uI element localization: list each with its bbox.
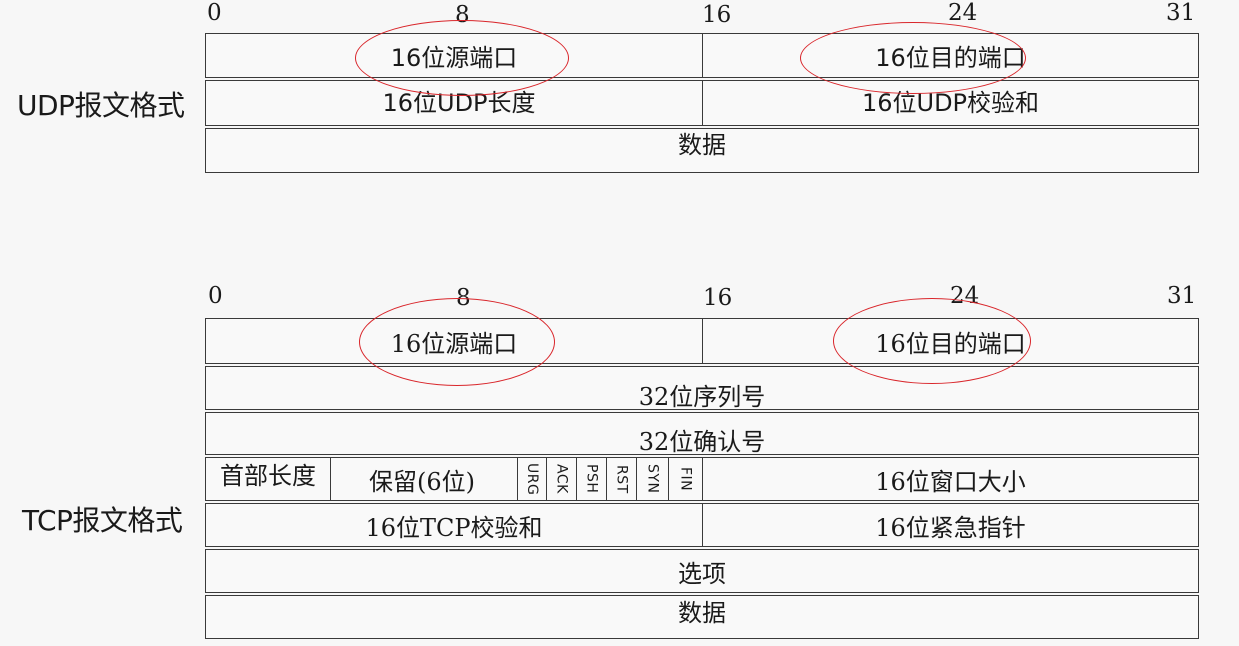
tcp-data-cell: 数据 bbox=[205, 595, 1199, 639]
bit-label-0: 0 bbox=[208, 283, 223, 309]
tcp-window-size-cell: 16位窗口大小 bbox=[703, 457, 1199, 501]
tcp-options-cell: 选项 bbox=[205, 549, 1199, 593]
bit-label-8: 8 bbox=[456, 285, 471, 311]
tcp-dst-port-label: 16位目的端口 bbox=[875, 330, 1026, 358]
tcp-src-port-cell: 16位源端口 bbox=[205, 318, 703, 364]
bit-label-8: 8 bbox=[455, 2, 470, 28]
udp-row-length-checksum: 16位UDP长度 16位UDP校验和 bbox=[205, 80, 1199, 126]
tcp-flag-rst-label: RST bbox=[613, 464, 630, 494]
tcp-dst-port-cell: 16位目的端口 bbox=[703, 318, 1199, 364]
udp-checksum-label: 16位UDP校验和 bbox=[861, 89, 1040, 117]
tcp-row-data: 数据 bbox=[205, 595, 1199, 639]
udp-dst-port-label: 16位目的端口 bbox=[875, 43, 1026, 72]
tcp-seq-cell: 32位序列号 bbox=[205, 366, 1199, 410]
bit-label-16: 16 bbox=[702, 2, 732, 28]
tcp-flag-syn-label: SYN bbox=[644, 464, 661, 494]
tcp-ack-number-label: 32位确认号 bbox=[638, 427, 766, 456]
tcp-header-length-label: 首部长度 bbox=[220, 462, 316, 490]
tcp-header-length-cell: 首部长度 bbox=[205, 457, 331, 501]
tcp-ack-number-cell: 32位确认号 bbox=[205, 412, 1199, 455]
tcp-flag-ack-cell: ACK bbox=[547, 457, 577, 501]
tcp-seq-label: 32位序列号 bbox=[638, 383, 766, 411]
tcp-flag-fin-label: FIN bbox=[677, 466, 694, 492]
tcp-flag-urg-label: URG bbox=[524, 462, 540, 496]
udp-row-ports: 16位源端口 16位目的端口 bbox=[205, 33, 1199, 78]
bit-label-0: 0 bbox=[207, 0, 222, 26]
tcp-flag-rst-cell: RST bbox=[607, 457, 637, 501]
tcp-row-options: 选项 bbox=[205, 549, 1199, 593]
tcp-checksum-cell: 16位TCP校验和 bbox=[205, 503, 703, 547]
tcp-flag-syn-cell: SYN bbox=[637, 457, 669, 501]
tcp-flag-urg-cell: URG bbox=[518, 457, 547, 501]
tcp-row-checksum-urgent: 16位TCP校验和 16位紧急指针 bbox=[205, 503, 1199, 547]
udp-length-cell: 16位UDP长度 bbox=[205, 80, 703, 126]
udp-data-label: 数据 bbox=[678, 130, 726, 159]
tcp-reserved-cell: 保留(6位) bbox=[331, 457, 518, 501]
bit-label-16: 16 bbox=[703, 285, 733, 311]
tcp-src-port-label: 16位源端口 bbox=[390, 330, 518, 358]
bit-label-31: 31 bbox=[1166, 0, 1196, 26]
tcp-flag-fin-cell: FIN bbox=[669, 457, 703, 501]
tcp-diagram: 0 8 16 24 31 TCP报文格式 16位源端口 16位目的端口 32位序… bbox=[0, 280, 1239, 646]
udp-src-port-cell: 16位源端口 bbox=[205, 33, 703, 78]
tcp-data-label: 数据 bbox=[678, 599, 726, 627]
udp-diagram: 0 8 16 24 31 UDP报文格式 16位源端口 16位目的端口 16位U… bbox=[0, 0, 1239, 190]
udp-checksum-cell: 16位UDP校验和 bbox=[703, 80, 1199, 126]
udp-dst-port-cell: 16位目的端口 bbox=[703, 33, 1199, 78]
udp-length-label: 16位UDP长度 bbox=[382, 89, 536, 117]
tcp-flag-ack-label: ACK bbox=[553, 464, 570, 494]
tcp-row-ports: 16位源端口 16位目的端口 bbox=[205, 318, 1199, 364]
tcp-reserved-label: 保留(6位) bbox=[369, 468, 475, 496]
udp-row-data: 数据 bbox=[205, 128, 1199, 173]
tcp-row-control: 首部长度 保留(6位) URG ACK PSH RST SYN FIN 16位窗… bbox=[205, 457, 1199, 501]
tcp-window-size-label: 16位窗口大小 bbox=[875, 468, 1026, 496]
udp-title: UDP报文格式 bbox=[17, 89, 185, 122]
bit-label-24: 24 bbox=[948, 0, 978, 26]
udp-src-port-label: 16位源端口 bbox=[390, 43, 518, 72]
bit-label-31: 31 bbox=[1167, 283, 1197, 309]
tcp-checksum-label: 16位TCP校验和 bbox=[365, 514, 543, 542]
tcp-options-label: 选项 bbox=[678, 560, 726, 588]
udp-data-cell: 数据 bbox=[205, 128, 1199, 173]
tcp-row-seq: 32位序列号 bbox=[205, 366, 1199, 410]
tcp-flag-psh-cell: PSH bbox=[577, 457, 607, 501]
tcp-title: TCP报文格式 bbox=[22, 504, 183, 537]
bit-label-24: 24 bbox=[950, 283, 980, 309]
tcp-flag-psh-label: PSH bbox=[583, 464, 600, 494]
tcp-row-ack-number: 32位确认号 bbox=[205, 412, 1199, 455]
tcp-urgent-pointer-cell: 16位紧急指针 bbox=[703, 503, 1199, 547]
tcp-urgent-pointer-label: 16位紧急指针 bbox=[875, 514, 1026, 542]
